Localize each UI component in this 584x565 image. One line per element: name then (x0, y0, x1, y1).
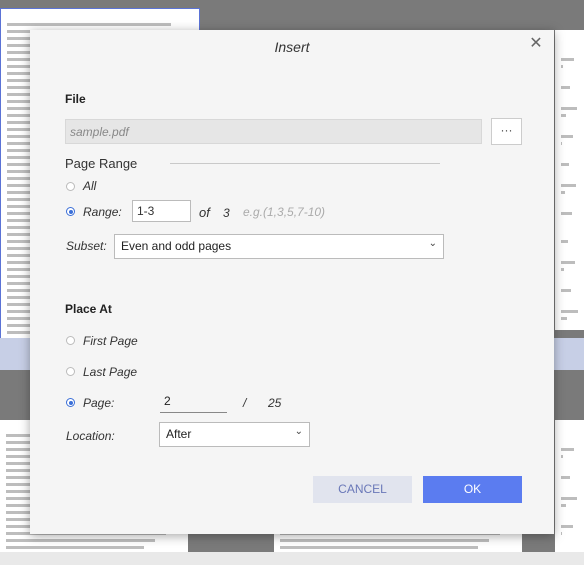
range-input[interactable]: 1-3 (132, 200, 191, 222)
location-select[interactable]: After ⌄ (159, 422, 310, 447)
background-text-line (561, 268, 564, 271)
page-radio-label: Page: (83, 396, 115, 410)
subset-select[interactable]: Even and odd pages ⌄ (114, 234, 444, 259)
page-total: 25 (268, 396, 282, 410)
range-radio-label: Range: (83, 205, 122, 219)
background-text-line (561, 504, 566, 507)
background-text-line (561, 163, 569, 166)
background-text-line (561, 58, 574, 61)
all-radio-label: All (83, 179, 97, 193)
background-text-line (6, 546, 144, 549)
subset-label: Subset: (66, 239, 107, 253)
location-label: Location: (66, 429, 115, 443)
range-total: 3 (223, 206, 230, 220)
cancel-button[interactable]: CANCEL (313, 476, 412, 503)
first-page-radio[interactable] (66, 336, 75, 345)
background-document-page (555, 30, 584, 330)
location-selected-value: After (166, 427, 192, 441)
background-text-line (561, 135, 573, 138)
background-text-line (561, 317, 567, 320)
background-text-line (561, 455, 563, 458)
subset-selected-value: Even and odd pages (121, 239, 232, 253)
background-text-line (561, 310, 578, 313)
background-text-line (280, 546, 478, 549)
background-text-line (561, 532, 562, 535)
background-text-line (561, 476, 570, 479)
page-range-section-label: Page Range (65, 156, 138, 171)
range-of-label: of (199, 205, 210, 220)
last-page-label: Last Page (83, 365, 138, 379)
chevron-down-icon: ⌄ (294, 426, 303, 437)
background-text-line (561, 212, 572, 215)
background-text-line (561, 191, 565, 194)
background-text-line (561, 525, 573, 528)
background-text-line (561, 261, 575, 264)
background-document-page (555, 420, 584, 560)
background-text-line (6, 539, 155, 542)
background-text-line (561, 142, 562, 145)
background-text-line (7, 23, 171, 26)
file-path-field[interactable]: sample.pdf (65, 119, 482, 144)
place-at-section-label: Place At (65, 302, 112, 316)
background-text-line (561, 497, 577, 500)
range-hint: e.g.(1,3,5,7-10) (243, 205, 326, 219)
insert-dialog: Insert ✕ File sample.pdf ··· Page Range … (30, 30, 554, 534)
background-text-line (561, 289, 571, 292)
background-text-line (280, 539, 489, 542)
background-text-line (561, 240, 568, 243)
page-number-input[interactable]: 2 (160, 391, 227, 413)
background-text-strip (0, 552, 584, 565)
range-radio[interactable] (66, 207, 75, 216)
page-slash: / (243, 396, 247, 410)
chevron-down-icon: ⌄ (428, 238, 437, 249)
page-radio[interactable] (66, 398, 75, 407)
background-text-line (561, 86, 570, 89)
dialog-title: Insert (274, 39, 310, 55)
background-text-line (561, 448, 574, 451)
all-radio[interactable] (66, 182, 75, 191)
background-text-line (561, 184, 576, 187)
background-text-line (561, 114, 566, 117)
background-text-line (561, 107, 577, 110)
file-section-label: File (65, 92, 86, 106)
close-icon[interactable]: ✕ (526, 34, 546, 54)
browse-button[interactable]: ··· (491, 118, 522, 145)
section-divider (170, 163, 440, 164)
ok-button[interactable]: OK (423, 476, 522, 503)
last-page-radio[interactable] (66, 367, 75, 376)
background-text-line (561, 65, 563, 68)
first-page-label: First Page (83, 334, 138, 348)
